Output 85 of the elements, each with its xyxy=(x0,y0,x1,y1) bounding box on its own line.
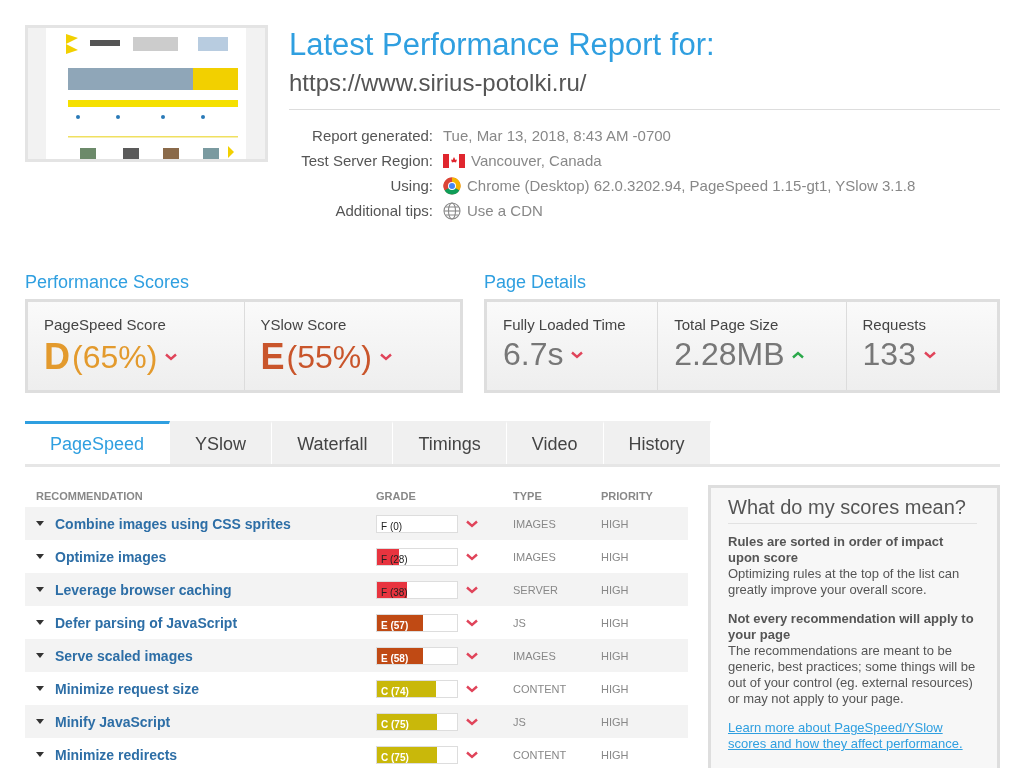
priority-cell-text: HIGH xyxy=(601,682,630,695)
expand-triangle-icon[interactable] xyxy=(36,718,44,725)
recommendation-link[interactable]: Defer parsing of JavaScript xyxy=(55,614,238,631)
grade-label: C (75) xyxy=(380,718,409,730)
type-cell-text: JS xyxy=(513,616,527,629)
type-cell-text: CONTENT xyxy=(513,748,568,761)
priority-cell-text: HIGH xyxy=(601,715,630,728)
score-grade: E xyxy=(260,336,285,378)
grade-label: C (75) xyxy=(380,751,409,763)
priority-cell-text: HIGH xyxy=(601,616,630,629)
detail-value: Vancouver, Canada xyxy=(471,152,602,170)
recommendation-link[interactable]: Optimize images xyxy=(55,548,167,565)
grade-label: E (57) xyxy=(380,619,409,631)
grade-label: C (74) xyxy=(380,685,409,697)
browser-icon xyxy=(443,177,461,195)
detail-label: Additional tips: xyxy=(334,202,433,220)
type-cell-text: IMAGES xyxy=(513,550,557,563)
column-header: GRADE xyxy=(376,490,417,502)
grade-label: F (0) xyxy=(380,520,403,532)
score-label: YSlow Score xyxy=(260,316,348,333)
section-heading: Page Details xyxy=(484,272,588,293)
priority-cell-text: HIGH xyxy=(601,649,630,662)
table-row[interactable]: Combine images using CSS sprites F (0) IMAGES HIGH xyxy=(25,507,688,540)
column-header: RECOMMENDATION xyxy=(35,490,144,502)
detail-label: Using: xyxy=(389,177,433,195)
report-title: Latest Performance Report for: xyxy=(289,27,716,63)
info-heading: Not every recommendation will apply to your page xyxy=(728,611,975,643)
table-row[interactable]: Serve scaled images E (58) IMAGES HIGH xyxy=(25,639,688,672)
score-percent: (65%) xyxy=(72,338,158,376)
priority-cell-text: HIGH xyxy=(601,517,630,530)
expand-triangle-icon[interactable] xyxy=(36,619,44,626)
score-percent: (55%) xyxy=(286,338,372,376)
expand-triangle-icon[interactable] xyxy=(36,751,44,758)
expand-triangle-icon[interactable] xyxy=(36,553,44,560)
metric-value: 133 xyxy=(862,336,916,373)
tab[interactable]: Timings xyxy=(393,421,507,464)
recommendation-link[interactable]: Combine images using CSS sprites xyxy=(55,515,291,532)
type-cell-text: IMAGES xyxy=(513,517,557,530)
expand-triangle-icon[interactable] xyxy=(36,586,44,593)
info-text: The recommendations are meant to be generic, best practices; some things will be out of your control (eg. external resources) or may not apply to your page. xyxy=(728,643,977,707)
grade-label: F (38) xyxy=(380,586,408,598)
info-heading: Rules are sorted in order of impact upon score xyxy=(728,534,945,566)
info-text: Optimizing rules at the top of the list can greatly improve your overall score. xyxy=(728,566,961,598)
section-heading: Performance Scores xyxy=(25,272,191,293)
grade-label: E (58) xyxy=(380,652,409,664)
table-row[interactable]: Minify JavaScript C (75) JS HIGH xyxy=(25,705,688,738)
metric-value: 6.7s xyxy=(503,336,564,373)
tab[interactable]: Waterfall xyxy=(272,421,394,464)
detail-label: Test Server Region: xyxy=(300,152,433,170)
recommendation-link[interactable]: Minimize redirects xyxy=(55,746,178,763)
table-row[interactable]: Leverage browser caching F (38) SERVER HIGH xyxy=(25,573,688,606)
detail-value: Use a CDN xyxy=(467,202,543,220)
expand-triangle-icon[interactable] xyxy=(36,685,44,692)
recommendation-link[interactable]: Minify JavaScript xyxy=(55,713,171,730)
learn-more-link[interactable]: Learn more about PageSpeed/YSlow scores and how they affect performance. xyxy=(728,720,977,752)
metric-label: Total Page Size xyxy=(674,316,780,333)
expand-triangle-icon[interactable] xyxy=(36,652,44,659)
panel-title: What do my scores mean? xyxy=(728,496,977,524)
flag-icon xyxy=(443,154,465,168)
type-cell-text: IMAGES xyxy=(513,649,557,662)
tab[interactable]: History xyxy=(603,421,711,464)
priority-cell-text: HIGH xyxy=(601,748,630,761)
column-header: PRIORITY xyxy=(601,490,654,502)
recommendation-link[interactable]: Minimize request size xyxy=(55,680,199,697)
score-label: PageSpeed Score xyxy=(44,316,167,333)
expand-triangle-icon[interactable] xyxy=(36,520,44,527)
type-cell-text: SERVER xyxy=(513,583,560,596)
detail-label: Report generated: xyxy=(311,127,433,145)
column-header: TYPE xyxy=(513,490,543,502)
recommendation-link[interactable]: Leverage browser caching xyxy=(55,581,232,598)
tab[interactable]: YSlow xyxy=(170,421,273,464)
recommendation-link[interactable]: Serve scaled images xyxy=(55,647,193,664)
metric-label: Fully Loaded Time xyxy=(503,316,627,333)
detail-value: Chrome (Desktop) 62.0.3202.94, PageSpeed 1.15-gt1, YSlow 3.1.8 xyxy=(467,177,916,195)
globe-icon xyxy=(443,202,461,220)
type-cell-text: JS xyxy=(513,715,527,728)
metric-label: Requests xyxy=(862,316,927,333)
priority-cell-text: HIGH xyxy=(601,583,630,596)
report-url: https://www.sirius-potolki.ru/ xyxy=(289,69,1000,110)
type-cell-text: CONTENT xyxy=(513,682,568,695)
metric-value: 2.28MB xyxy=(674,336,785,373)
tab[interactable]: Video xyxy=(506,421,604,464)
score-grade: D xyxy=(44,336,70,378)
detail-value: Tue, Mar 13, 2018, 8:43 AM -0700 xyxy=(443,127,671,145)
priority-cell-text: HIGH xyxy=(601,550,630,563)
